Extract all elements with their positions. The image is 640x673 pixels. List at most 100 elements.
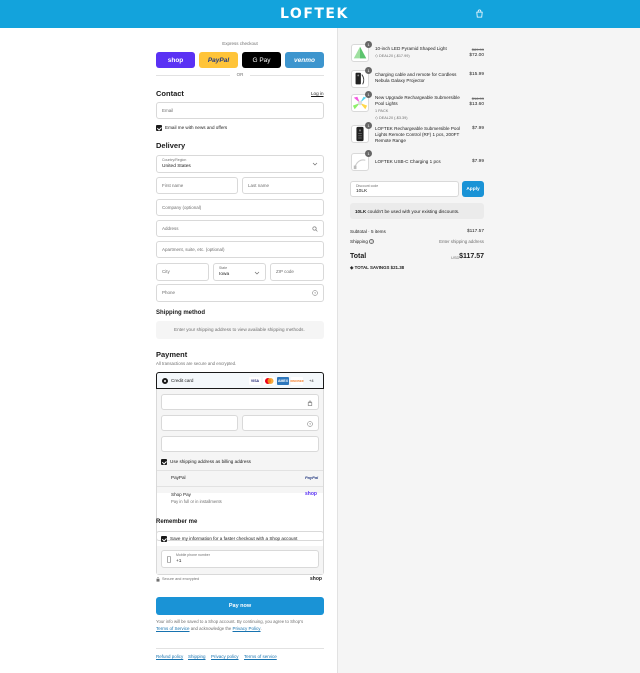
mobile-phone-field[interactable]: Mobile phone number +1 [161, 550, 319, 568]
discount-error-text: 10LK couldn't be used with your existing… [355, 209, 459, 214]
product-price: $13.60 [469, 102, 484, 107]
discover-icon: DISCOVER [290, 377, 304, 385]
product-thumbnail: 1 [351, 41, 372, 62]
last-name-field[interactable]: Last name [242, 177, 324, 194]
shop-pay-subtitle: Pay in full or in installments [171, 499, 222, 504]
shop-pay-option[interactable]: Shop Pay Pay in full or in installments … [157, 486, 323, 513]
discount-code-field[interactable]: Discount code 10LK [350, 181, 459, 197]
zip-field[interactable]: ZIP code [270, 263, 324, 281]
delivery-heading: Delivery [156, 141, 186, 150]
address-placeholder: Address [162, 226, 179, 231]
order-summary [337, 28, 640, 673]
shop-privacy-link[interactable]: Privacy Policy [233, 626, 261, 631]
discount-code-label: Discount code [356, 184, 379, 188]
product-name: Charging cable and remote for Cordless N… [375, 72, 457, 83]
more-cards-count: +4 [309, 378, 314, 383]
shipping-label-text: Shipping [350, 239, 368, 244]
apply-button[interactable]: Apply [462, 181, 484, 197]
tag-icon: ◈ [350, 265, 354, 270]
phone-icon [166, 556, 172, 563]
state-select[interactable]: State Iowa [213, 263, 266, 281]
product-price: $7.99 [471, 159, 484, 164]
mobile-phone-label: Mobile phone number [176, 553, 210, 557]
discount-error-message: couldn't be used with your existing disc… [366, 208, 460, 214]
lock-icon [307, 400, 313, 406]
footer-privacy-policy[interactable]: Privacy policy [211, 654, 239, 659]
search-icon [312, 226, 318, 232]
credit-card-label: Credit card [171, 378, 194, 383]
pay-now-button[interactable]: Pay now [156, 597, 324, 615]
shop-pay-label: Shop Pay [171, 492, 191, 497]
email-field[interactable]: Email [156, 102, 324, 119]
company-field[interactable]: Company (optional) [156, 199, 324, 216]
express-checkout-buttons: shop PayPal G Pay venmo [156, 52, 324, 68]
shop-pay-button[interactable]: shop [156, 52, 195, 68]
paypal-button[interactable]: PayPal [199, 52, 238, 68]
country-select[interactable]: Country/Region United States [156, 155, 324, 173]
product-discount: ◇ DEAL20 (-$3.39) [375, 116, 408, 120]
security-code-field[interactable]: ? [242, 415, 319, 431]
paypal-logo: PayPal [305, 475, 319, 480]
original-price: $89.99 [471, 47, 484, 52]
svg-text:?: ? [309, 422, 311, 426]
secure-note: Secure and encrypted [162, 577, 200, 581]
company-placeholder: Company (optional) [162, 205, 202, 210]
product-thumbnail: 1 [351, 67, 372, 88]
phone-placeholder: Phone [162, 290, 176, 295]
billing-checkbox[interactable] [161, 459, 167, 465]
bag-icon[interactable] [475, 9, 484, 18]
site-header: LOFTEK [0, 0, 640, 28]
total-savings-value: $21.38 [390, 265, 405, 270]
product-price: $7.99 [471, 126, 484, 131]
quantity-badge: 1 [365, 41, 372, 48]
help-icon[interactable]: ? [307, 421, 313, 427]
loftek-logo[interactable]: LOFTEK [280, 6, 349, 22]
discount-tag: DEAL20 (-$3.39) [378, 116, 408, 120]
city-placeholder: City [162, 269, 170, 274]
consent-text-end: . [260, 625, 262, 631]
credit-card-option[interactable]: Credit card VISA AMEX DISCOVER +4 [156, 372, 324, 389]
mastercard-icon [263, 377, 275, 385]
product-thumbnail: 1 [351, 91, 372, 112]
mobile-phone-value: +1 [176, 559, 182, 564]
apartment-field[interactable]: Apartment, suite, etc. (optional) [156, 241, 324, 258]
expiration-field[interactable] [161, 415, 238, 431]
help-icon[interactable]: ? [369, 239, 375, 244]
email-placeholder: Email [162, 108, 174, 113]
total-value: $117.57 [459, 253, 484, 260]
first-name-field[interactable]: First name [156, 177, 238, 194]
footer-shipping[interactable]: Shipping [188, 654, 206, 659]
apartment-placeholder: Apartment, suite, etc. (optional) [162, 247, 225, 252]
paypal-option[interactable]: PayPal PayPal [157, 470, 323, 485]
lock-icon [156, 577, 160, 582]
help-icon[interactable]: ? [312, 290, 318, 296]
footer-refund-policy[interactable]: Refund policy [156, 654, 183, 659]
footer-terms-of-service[interactable]: Terms of service [244, 654, 277, 659]
save-info-checkbox[interactable] [161, 536, 167, 542]
product-thumbnail: 1 [351, 150, 372, 171]
card-number-field[interactable] [161, 394, 319, 410]
city-field[interactable]: City [156, 263, 209, 281]
news-checkbox[interactable] [156, 125, 162, 131]
address-field[interactable]: Address [156, 220, 324, 237]
product-variant: 1 PACK [375, 109, 389, 113]
first-name-placeholder: First name [162, 183, 184, 188]
total-savings-label: TOTAL SAVINGS [354, 265, 390, 270]
shop-terms-link[interactable]: Terms of Service [156, 626, 190, 631]
consent-text-2: and acknowledge the [189, 625, 233, 631]
express-checkout-title: Express checkout [222, 41, 258, 46]
discount-error-code: 10LK [355, 208, 367, 214]
checkout-form: Express checkout shop PayPal G Pay venmo… [0, 28, 337, 673]
login-link[interactable]: Log in [311, 91, 324, 96]
svg-text:?: ? [314, 291, 316, 295]
name-on-card-field[interactable] [161, 436, 319, 452]
credit-card-radio[interactable] [162, 378, 168, 384]
google-pay-button[interactable]: G Pay [242, 52, 281, 68]
contact-heading: Contact [156, 89, 184, 98]
venmo-button[interactable]: venmo [285, 52, 324, 68]
footer-divider [156, 648, 324, 649]
paypal-label: PayPal [171, 475, 186, 480]
shipping-method-heading: Shipping method [156, 310, 205, 316]
phone-field[interactable]: Phone ? [156, 284, 324, 302]
state-label: State [219, 266, 228, 270]
